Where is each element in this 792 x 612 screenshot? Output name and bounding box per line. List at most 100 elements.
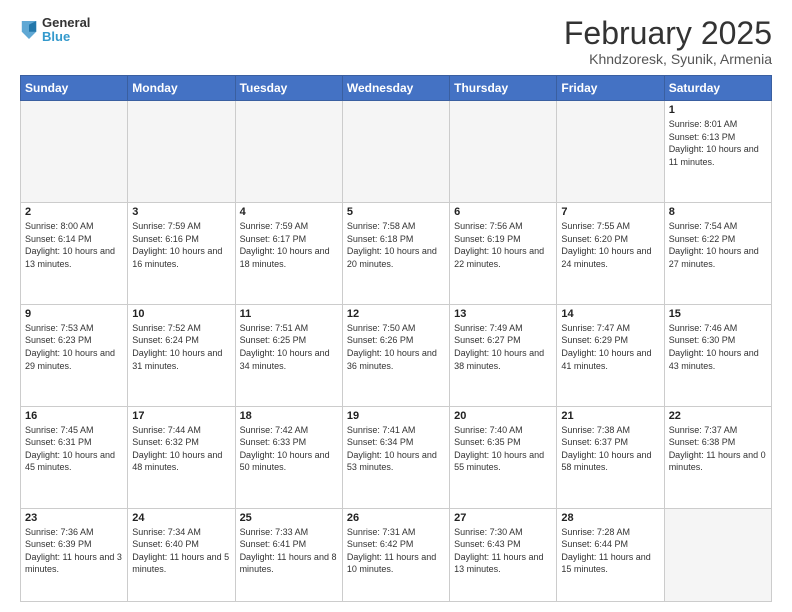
day-info: Sunrise: 7:37 AM Sunset: 6:38 PM Dayligh… — [669, 424, 767, 474]
day-number: 24 — [132, 512, 230, 524]
table-row — [21, 101, 128, 203]
day-info: Sunrise: 7:46 AM Sunset: 6:30 PM Dayligh… — [669, 322, 767, 372]
table-row: 24 Sunrise: 7:34 AM Sunset: 6:40 PM Dayli… — [128, 508, 235, 602]
table-row: 9 Sunrise: 7:53 AM Sunset: 6:23 PM Daylig… — [21, 304, 128, 406]
day-info: Sunrise: 7:28 AM Sunset: 6:44 PM Dayligh… — [561, 526, 659, 576]
day-info: Sunrise: 7:38 AM Sunset: 6:37 PM Dayligh… — [561, 424, 659, 474]
table-row: 7 Sunrise: 7:55 AM Sunset: 6:20 PM Daylig… — [557, 203, 664, 305]
month-title: February 2025 — [564, 16, 772, 51]
table-row: 4Sunrise: 7:59 AM Sunset: 6:17 PM Daylig… — [235, 203, 342, 305]
table-row: 6 Sunrise: 7:56 AM Sunset: 6:19 PM Daylig… — [450, 203, 557, 305]
day-number: 10 — [132, 308, 230, 320]
table-row: 27 Sunrise: 7:30 AM Sunset: 6:43 PM Dayli… — [450, 508, 557, 602]
day-info: Sunrise: 7:58 AM Sunset: 6:18 PM Dayligh… — [347, 220, 445, 270]
logo-blue: Blue — [42, 30, 90, 44]
col-thursday: Thursday — [450, 76, 557, 101]
day-info: Sunrise: 7:33 AM Sunset: 6:41 PM Dayligh… — [240, 526, 338, 576]
day-number: 25 — [240, 512, 338, 524]
day-info: Sunrise: 7:31 AM Sunset: 6:42 PM Dayligh… — [347, 526, 445, 576]
table-row — [128, 101, 235, 203]
day-number: 22 — [669, 410, 767, 422]
col-wednesday: Wednesday — [342, 76, 449, 101]
table-row: 20Sunrise: 7:40 AM Sunset: 6:35 PM Dayli… — [450, 406, 557, 508]
day-number: 7 — [561, 206, 659, 218]
day-info: Sunrise: 7:45 AM Sunset: 6:31 PM Dayligh… — [25, 424, 123, 474]
logo-text: General Blue — [42, 16, 90, 45]
table-row: 12 Sunrise: 7:50 AM Sunset: 6:26 PM Dayli… — [342, 304, 449, 406]
table-row: 23 Sunrise: 7:36 AM Sunset: 6:39 PM Dayli… — [21, 508, 128, 602]
day-info: Sunrise: 7:55 AM Sunset: 6:20 PM Dayligh… — [561, 220, 659, 270]
table-row: 15 Sunrise: 7:46 AM Sunset: 6:30 PM Dayli… — [664, 304, 771, 406]
day-number: 8 — [669, 206, 767, 218]
day-info: Sunrise: 8:01 AM Sunset: 6:13 PM Dayligh… — [669, 118, 767, 168]
day-number: 3 — [132, 206, 230, 218]
day-info: Sunrise: 7:54 AM Sunset: 6:22 PM Dayligh… — [669, 220, 767, 270]
day-number: 18 — [240, 410, 338, 422]
day-number: 26 — [347, 512, 445, 524]
day-number: 1 — [669, 104, 767, 116]
table-row: 28 Sunrise: 7:28 AM Sunset: 6:44 PM Dayli… — [557, 508, 664, 602]
day-info: Sunrise: 7:49 AM Sunset: 6:27 PM Dayligh… — [454, 322, 552, 372]
day-number: 2 — [25, 206, 123, 218]
table-row: 13Sunrise: 7:49 AM Sunset: 6:27 PM Dayli… — [450, 304, 557, 406]
day-number: 14 — [561, 308, 659, 320]
table-row: 21 Sunrise: 7:38 AM Sunset: 6:37 PM Dayli… — [557, 406, 664, 508]
day-info: Sunrise: 7:36 AM Sunset: 6:39 PM Dayligh… — [25, 526, 123, 576]
location: Khndzoresk, Syunik, Armenia — [564, 51, 772, 67]
logo-general: General — [42, 16, 90, 30]
day-info: Sunrise: 8:00 AM Sunset: 6:14 PM Dayligh… — [25, 220, 123, 270]
day-number: 9 — [25, 308, 123, 320]
table-row: 2 Sunrise: 8:00 AM Sunset: 6:14 PM Daylig… — [21, 203, 128, 305]
header: General Blue February 2025 Khndzoresk, S… — [20, 16, 772, 67]
day-info: Sunrise: 7:42 AM Sunset: 6:33 PM Dayligh… — [240, 424, 338, 474]
day-number: 19 — [347, 410, 445, 422]
day-number: 28 — [561, 512, 659, 524]
table-row: 17Sunrise: 7:44 AM Sunset: 6:32 PM Dayli… — [128, 406, 235, 508]
day-info: Sunrise: 7:52 AM Sunset: 6:24 PM Dayligh… — [132, 322, 230, 372]
table-row: 8 Sunrise: 7:54 AM Sunset: 6:22 PM Daylig… — [664, 203, 771, 305]
table-row — [235, 101, 342, 203]
day-number: 16 — [25, 410, 123, 422]
day-number: 27 — [454, 512, 552, 524]
table-row: 3Sunrise: 7:59 AM Sunset: 6:16 PM Daylig… — [128, 203, 235, 305]
day-info: Sunrise: 7:51 AM Sunset: 6:25 PM Dayligh… — [240, 322, 338, 372]
table-row: 22 Sunrise: 7:37 AM Sunset: 6:38 PM Dayli… — [664, 406, 771, 508]
table-row: 18 Sunrise: 7:42 AM Sunset: 6:33 PM Dayli… — [235, 406, 342, 508]
day-info: Sunrise: 7:50 AM Sunset: 6:26 PM Dayligh… — [347, 322, 445, 372]
col-tuesday: Tuesday — [235, 76, 342, 101]
day-info: Sunrise: 7:34 AM Sunset: 6:40 PM Dayligh… — [132, 526, 230, 576]
table-row: 16 Sunrise: 7:45 AM Sunset: 6:31 PM Dayli… — [21, 406, 128, 508]
day-info: Sunrise: 7:41 AM Sunset: 6:34 PM Dayligh… — [347, 424, 445, 474]
table-row — [664, 508, 771, 602]
table-row: 14 Sunrise: 7:47 AM Sunset: 6:29 PM Dayli… — [557, 304, 664, 406]
day-number: 12 — [347, 308, 445, 320]
table-row: 25 Sunrise: 7:33 AM Sunset: 6:41 PM Dayli… — [235, 508, 342, 602]
day-number: 20 — [454, 410, 552, 422]
table-row: 10 Sunrise: 7:52 AM Sunset: 6:24 PM Dayli… — [128, 304, 235, 406]
table-row: 26 Sunrise: 7:31 AM Sunset: 6:42 PM Dayli… — [342, 508, 449, 602]
table-row — [450, 101, 557, 203]
col-sunday: Sunday — [21, 76, 128, 101]
day-number: 6 — [454, 206, 552, 218]
day-info: Sunrise: 7:44 AM Sunset: 6:32 PM Dayligh… — [132, 424, 230, 474]
day-number: 23 — [25, 512, 123, 524]
table-row — [557, 101, 664, 203]
title-area: February 2025 Khndzoresk, Syunik, Armeni… — [564, 16, 772, 67]
table-row: 1 Sunrise: 8:01 AM Sunset: 6:13 PM Daylig… — [664, 101, 771, 203]
logo-icon — [20, 19, 38, 41]
col-saturday: Saturday — [664, 76, 771, 101]
day-info: Sunrise: 7:56 AM Sunset: 6:19 PM Dayligh… — [454, 220, 552, 270]
day-number: 11 — [240, 308, 338, 320]
table-row — [342, 101, 449, 203]
day-info: Sunrise: 7:53 AM Sunset: 6:23 PM Dayligh… — [25, 322, 123, 372]
day-info: Sunrise: 7:30 AM Sunset: 6:43 PM Dayligh… — [454, 526, 552, 576]
col-monday: Monday — [128, 76, 235, 101]
day-number: 5 — [347, 206, 445, 218]
day-number: 4 — [240, 206, 338, 218]
day-number: 15 — [669, 308, 767, 320]
day-info: Sunrise: 7:47 AM Sunset: 6:29 PM Dayligh… — [561, 322, 659, 372]
table-row: 5 Sunrise: 7:58 AM Sunset: 6:18 PM Daylig… — [342, 203, 449, 305]
day-number: 21 — [561, 410, 659, 422]
table-row: 19 Sunrise: 7:41 AM Sunset: 6:34 PM Dayli… — [342, 406, 449, 508]
header-row: Sunday Monday Tuesday Wednesday Thursday… — [21, 76, 772, 101]
